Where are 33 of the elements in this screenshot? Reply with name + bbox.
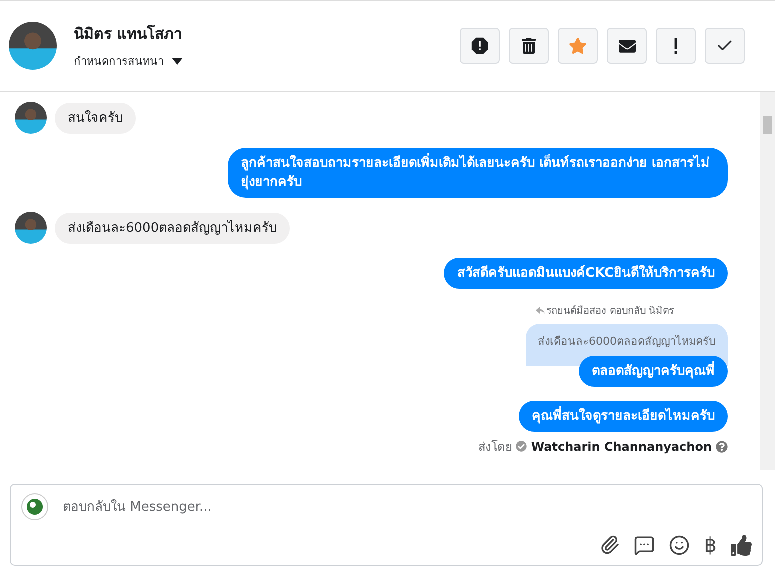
avatar-image — [15, 102, 47, 134]
message-bubble: สวัสดีครับแอดมินแบงค์CKCยินดีให้บริการครับ — [444, 258, 728, 289]
check-button[interactable] — [705, 28, 745, 64]
spam-button[interactable] — [460, 28, 500, 64]
message-bubble: คุณพี่สนใจดูรายละเอียดไหมครับ — [519, 401, 728, 432]
star-button[interactable] — [558, 28, 598, 64]
avatar-image — [9, 22, 57, 70]
like-button[interactable] — [731, 534, 752, 556]
quick-reply-button[interactable] — [634, 534, 656, 556]
sender-name: Watcharin Channanyachon — [531, 440, 712, 454]
message-bubble: ตลอดสัญญาครับคุณพี่ — [579, 356, 728, 387]
schedule-dropdown[interactable]: กำหนดการสนทนา — [74, 52, 460, 70]
message-bubble: ส่งเดือนละ6000ตลอดสัญญาไหมครับ — [55, 212, 290, 244]
trash-button[interactable] — [509, 28, 549, 64]
payment-button[interactable]: ฿ — [704, 533, 717, 557]
spam-icon — [471, 37, 489, 55]
sent-by-label: ส่งโดย — [478, 439, 512, 456]
envelope-button[interactable] — [607, 28, 647, 64]
trash-icon — [521, 38, 537, 54]
attach-button[interactable] — [600, 535, 620, 555]
message-bubble: ลูกค้าสนใจสอบถามรายละเอียดเพิ่มเติมได้เลยนะครับ เต็นท์รถเราออกง่าย เอกสารไม่ยุ่งยากครับ — [228, 148, 728, 198]
help-icon[interactable] — [716, 440, 728, 452]
message-bubble: สนใจครับ — [55, 102, 136, 134]
caret-icon — [172, 58, 183, 64]
contact-name: นิมิตร แทนโสภา — [74, 24, 184, 45]
reply-label: รถยนต์มือสอง ตอบกลับ นิมิตร — [546, 304, 674, 318]
avatar-image — [15, 212, 47, 244]
scrollbar[interactable] — [760, 92, 775, 470]
reply-arrow-icon — [536, 307, 545, 314]
emoji-button[interactable] — [669, 534, 690, 556]
exclamation-icon — [674, 38, 678, 54]
envelope-icon — [618, 38, 636, 54]
page-logo-icon — [21, 493, 49, 521]
